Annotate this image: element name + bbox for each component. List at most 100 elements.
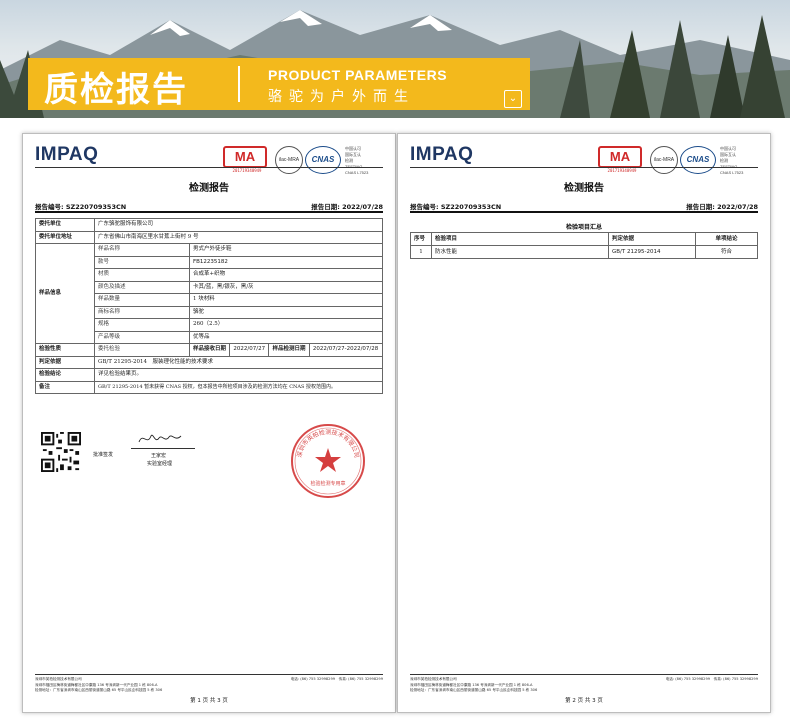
report-number: 报告编号: SZ220709353CN <box>410 203 502 211</box>
sample-field-value: 卡其/蓝，黑/银灰，黑/灰 <box>189 280 383 294</box>
banner-divider <box>238 66 240 102</box>
col-header: 判定依据 <box>608 232 696 246</box>
table-row: 判定依据 GB/T 21295-2014 服装理化性能的技术要求 <box>35 355 383 369</box>
table-header-row: 序号 检验项目 判定依据 单项结论 <box>410 232 758 246</box>
row-basis: GB/T 21295-2014 <box>608 245 696 259</box>
certification-logos: MA 201719340949 ilac-MRA CNAS 中国认可 国际互认 检测… <box>215 146 385 176</box>
basis-label: 判定依据 <box>35 355 95 369</box>
table-row: 检验性质 委托检验 样品接收日期 2022/07/27 样品检测日期 2022/… <box>35 343 383 357</box>
address-label: 委托单位地址 <box>35 230 95 244</box>
test-type-label: 检验性质 <box>35 343 95 357</box>
summary-table: 序号 检验项目 判定依据 单项结论 1 防水性能 GB/T 21295-2014… <box>410 232 758 259</box>
banner-subtitle-cn: 骆驼为户外而生 <box>268 89 415 105</box>
footer-divider <box>35 674 383 675</box>
address-value: 广东省佛山市南海区里水甘蕉上街村 9 号 <box>94 230 383 244</box>
header-banner: 质检报告 PRODUCT PARAMETERS 骆驼为户外而生 ⌄ <box>0 0 790 118</box>
summary-title: 检验项目汇总 <box>565 224 602 231</box>
ma-cert-number: 201719340949 <box>232 168 262 173</box>
footer-address: 深圳市英柏检测技术有限公司 深圳市福田区梅林街道梅都社区中康路 136 号深圳新… <box>410 677 538 693</box>
banner-title: 质检报告 <box>44 70 188 110</box>
ma-cert-icon: MA <box>598 146 642 168</box>
approver-name: 王家宏 <box>151 453 167 459</box>
footer-phone: 电话: (86) 755 32998299 传真: (86) 755 32998… <box>665 677 758 681</box>
official-seal-stamp: 深圳市英柏检测技术有限公司 检验检测专用章 <box>291 424 365 498</box>
table-row: 备注 GB/T 21295-2014 暂未获得 CNAS 授权，但本报告中所检项… <box>35 380 383 394</box>
report-page-2: IMPAQ MA 201719340949 ilac-MRA CNAS 中国认可… <box>397 133 771 713</box>
ilac-mra-icon: ilac-MRA <box>275 146 303 174</box>
cnas-icon: CNAS <box>305 146 341 174</box>
report-info-table: 委托单位 广东骆驼服饰有限公司 委托单位地址 广东省佛山市南海区里水甘蕉上街村 … <box>35 218 383 394</box>
cnas-icon: CNAS <box>680 146 716 174</box>
remark-label: 备注 <box>35 380 95 394</box>
sample-field-key: 材质 <box>94 268 190 282</box>
sample-field-key: 款号 <box>94 255 190 269</box>
banner-subtitle-en: PRODUCT PARAMETERS <box>268 67 448 83</box>
sample-field-value: 1 块材料 <box>189 293 383 307</box>
qr-code-icon[interactable] <box>41 432 81 472</box>
footer-phone: 电话: (86) 755 32998299 传真: (86) 755 32998… <box>290 677 383 681</box>
conclusion-label: 检验结论 <box>35 368 95 382</box>
table-row: 1 防水性能 GB/T 21295-2014 符合 <box>410 245 758 259</box>
table-row: 委托单位地址 广东省佛山市南海区里水甘蕉上街村 9 号 <box>35 230 383 244</box>
row-number: 1 <box>410 245 432 259</box>
test-date-value: 2022/07/27-2022/07/28 <box>312 346 379 353</box>
report-number: 报告编号: SZ220709353CN <box>35 203 127 211</box>
sample-field-key: 产品等级 <box>94 330 190 344</box>
sample-info-label: 样品信息 <box>35 243 95 344</box>
impaq-logo: IMPAQ <box>35 144 99 165</box>
handwritten-signature <box>138 434 182 443</box>
cnas-text: 中国认可国际互认检测TESTINGCNAS L7523 <box>720 146 744 175</box>
document-title: 检测报告 <box>189 183 229 194</box>
meta-divider <box>410 211 758 213</box>
sample-field-key: 样品名称 <box>94 243 190 257</box>
received-date-label: 样品接收日期 <box>188 343 231 357</box>
header-divider <box>35 167 383 168</box>
sample-field-key: 规格 <box>94 318 190 332</box>
col-header: 序号 <box>410 232 432 246</box>
footer-address: 深圳市英柏检测技术有限公司 深圳市福田区梅林街道梅都社区中康路 136 号深圳新… <box>35 677 163 693</box>
col-header: 检验项目 <box>431 232 609 246</box>
row-result: 符合 <box>695 245 758 259</box>
test-type-value: 委托检验 <box>94 343 190 357</box>
sample-field-value: 260（2.5） <box>189 318 383 332</box>
meta-divider <box>35 211 383 213</box>
ilac-mra-icon: ilac-MRA <box>650 146 678 174</box>
client-value: 广东骆驼服饰有限公司 <box>94 218 383 232</box>
report-page-1: IMPAQ MA 201719340949 ilac-MRA CNAS 中国认可… <box>22 133 396 713</box>
signature-line <box>131 448 195 449</box>
certification-logos: MA 201719340949 ilac-MRA CNAS 中国认可 国际互认 检测… <box>590 146 760 176</box>
conclusion-value: 详见检验结果页。 <box>94 368 383 382</box>
row-item: 防水性能 <box>431 245 609 259</box>
approver-role: 实验室经理 <box>147 461 173 467</box>
approver-label: 批准签发 <box>93 452 114 458</box>
chevron-down-icon[interactable]: ⌄ <box>504 90 522 108</box>
stamp-bottom-text: 检验检测专用章 <box>310 480 345 487</box>
basis-value: GB/T 21295-2014 服装理化性能的技术要求 <box>94 355 383 369</box>
client-label: 委托单位 <box>35 218 95 232</box>
sample-field-value: 优等品 <box>189 330 383 344</box>
sample-field-value: 骆驼 <box>189 305 383 319</box>
page-number: 第 1 页 共 3 页 <box>190 698 228 704</box>
table-row: 委托单位 广东骆驼服饰有限公司 <box>35 218 383 232</box>
cnas-text: 中国认可国际互认检测TESTINGCNAS L7523 <box>345 146 369 175</box>
sample-field-value: 男式户外徒步鞋 <box>189 243 383 257</box>
page-number: 第 2 页 共 3 页 <box>565 698 603 704</box>
col-header: 单项结论 <box>695 232 758 246</box>
sample-field-value: FB12235182 <box>189 255 383 269</box>
test-date-label: 样品检测日期 <box>269 344 310 356</box>
header-divider <box>410 167 758 168</box>
footer-divider <box>410 674 758 675</box>
table-row: 检验结论 详见检验结果页。 <box>35 368 383 382</box>
ma-cert-number: 201719340949 <box>607 168 637 173</box>
report-date: 报告日期: 2022/07/28 <box>686 203 758 211</box>
sample-field-key: 商标名称 <box>94 305 190 319</box>
document-title: 检测报告 <box>564 183 604 194</box>
remark-value: GB/T 21295-2014 暂未获得 CNAS 授权，但本报告中所检项目涉及… <box>94 380 383 394</box>
ma-cert-icon: MA <box>223 146 267 168</box>
sample-field-key: 样品数量 <box>94 293 190 307</box>
impaq-logo: IMPAQ <box>410 144 474 165</box>
table-row: 样品信息 样品名称 男式户外徒步鞋 <box>35 243 383 344</box>
sample-field-key: 颜色及描述 <box>94 280 190 294</box>
sample-field-value: 合成革+织物 <box>189 268 383 282</box>
report-date: 报告日期: 2022/07/28 <box>311 203 383 211</box>
